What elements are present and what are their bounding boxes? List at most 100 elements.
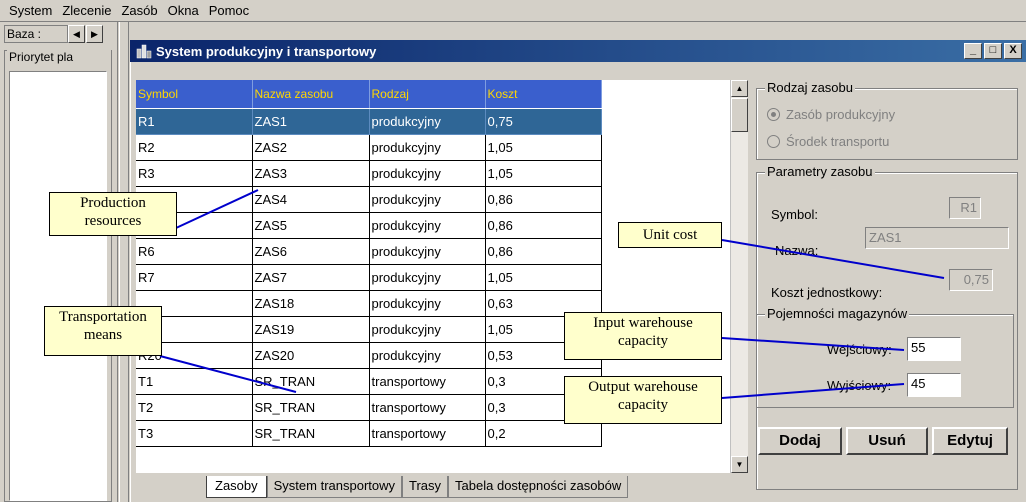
cell-nazwa[interactable]: ZAS7 <box>252 264 370 291</box>
cell-rodzaj[interactable]: produkcyjny <box>369 160 486 187</box>
cell-nazwa[interactable]: ZAS3 <box>252 160 370 187</box>
table-row[interactable]: T1 SR_TRAN transportowy 0,3 <box>136 368 602 395</box>
cell-nazwa[interactable]: SR_TRAN <box>252 368 370 395</box>
edytuj-button[interactable]: Edytuj <box>932 427 1008 455</box>
tab-zasoby[interactable]: Zasoby <box>206 476 267 498</box>
cell-koszt[interactable]: 0,86 <box>485 238 602 265</box>
cell-koszt[interactable]: 1,05 <box>485 264 602 291</box>
cell-nazwa[interactable]: SR_TRAN <box>252 394 370 421</box>
table-row[interactable]: R2 ZAS2 produkcyjny 1,05 <box>136 134 602 161</box>
cell-rodzaj[interactable]: produkcyjny <box>369 212 486 239</box>
table-row[interactable]: T3 SR_TRAN transportowy 0,2 <box>136 420 602 447</box>
tab-system-transportowy[interactable]: System transportowy <box>266 476 403 498</box>
col-header-rodzaj[interactable]: Rodzaj <box>369 80 486 109</box>
cell-koszt[interactable]: 1,05 <box>485 134 602 161</box>
menu-zasob[interactable]: Zasób <box>116 1 162 21</box>
cell-koszt[interactable]: 0,75 <box>485 108 602 135</box>
col-header-symbol[interactable]: Symbol <box>136 80 253 109</box>
cell-symbol[interactable]: R1 <box>136 108 253 135</box>
cell-nazwa[interactable]: ZAS2 <box>252 134 370 161</box>
cell-koszt[interactable]: 1,05 <box>485 160 602 187</box>
grid-scrollbar[interactable]: ▲ ▼ <box>730 80 748 473</box>
koszt-field[interactable]: 0,75 <box>949 269 993 291</box>
menu-pomoc[interactable]: Pomoc <box>204 1 254 21</box>
table-row[interactable]: ZAS5 produkcyjny 0,86 <box>136 212 602 239</box>
close-button[interactable]: X <box>1004 43 1022 59</box>
cell-nazwa[interactable]: SR_TRAN <box>252 420 370 447</box>
cell-nazwa[interactable]: ZAS20 <box>252 342 370 369</box>
tab-scroll-left-icon[interactable]: ◀ <box>68 25 85 43</box>
scroll-thumb[interactable] <box>731 98 748 132</box>
cell-symbol[interactable]: R2 <box>136 134 253 161</box>
cell-symbol[interactable]: T2 <box>136 394 253 421</box>
cell-symbol[interactable]: T3 <box>136 420 253 447</box>
col-header-nazwa[interactable]: Nazwa zasobu <box>252 80 370 109</box>
table-row[interactable]: T2 SR_TRAN transportowy 0,3 <box>136 394 602 421</box>
callout-unit-cost: Unit cost <box>618 222 722 248</box>
radio-unchecked-icon <box>767 135 780 148</box>
cell-nazwa[interactable]: ZAS4 <box>252 186 370 213</box>
cell-rodzaj[interactable]: produkcyjny <box>369 264 486 291</box>
cell-nazwa[interactable]: ZAS6 <box>252 238 370 265</box>
cell-rodzaj[interactable]: produkcyjny <box>369 108 486 135</box>
cell-rodzaj[interactable]: transportowy <box>369 394 486 421</box>
nazwa-field[interactable]: ZAS1 <box>865 227 1009 249</box>
scroll-down-icon[interactable]: ▼ <box>731 456 748 473</box>
radio-produkcyjny-label: Zasób produkcyjny <box>786 107 896 122</box>
cell-symbol[interactable]: R3 <box>136 160 253 187</box>
cell-rodzaj[interactable]: produkcyjny <box>369 316 486 343</box>
table-row[interactable]: R6 ZAS6 produkcyjny 0,86 <box>136 238 602 265</box>
table-row[interactable]: R20ZAS20produkcyjny0,53 <box>136 342 602 369</box>
cell-nazwa[interactable]: ZAS18 <box>252 290 370 317</box>
cell-rodzaj[interactable]: transportowy <box>369 420 486 447</box>
callout-input-capacity: Input warehouse capacity <box>564 312 722 360</box>
left-tab-baza[interactable]: Baza : <box>4 25 68 43</box>
callout-production-resources: Production resources <box>49 192 177 236</box>
priorytet-list[interactable] <box>9 71 107 501</box>
tab-scroll-right-icon[interactable]: ▶ <box>86 25 103 43</box>
cell-nazwa[interactable]: ZAS19 <box>252 316 370 343</box>
cell-symbol[interactable]: T1 <box>136 368 253 395</box>
panel-splitter[interactable] <box>119 22 129 502</box>
cell-nazwa[interactable]: ZAS1 <box>252 108 370 135</box>
table-row[interactable]: R3 ZAS3 produkcyjny 1,05 <box>136 160 602 187</box>
maximize-button[interactable]: □ <box>984 43 1002 59</box>
table-row[interactable]: ZAS4 produkcyjny 0,86 <box>136 186 602 213</box>
cell-rodzaj[interactable]: produkcyjny <box>369 238 486 265</box>
wyjsciowy-label: Wyjściowy: <box>827 378 892 393</box>
tab-trasy[interactable]: Trasy <box>402 476 449 498</box>
callout-output-capacity: Output warehouse capacity <box>564 376 722 424</box>
radio-srodek-transportu[interactable]: Środek transportu <box>767 134 889 149</box>
app-icon <box>136 44 152 59</box>
radio-zasob-produkcyjny[interactable]: Zasób produkcyjny <box>767 107 895 122</box>
menu-okna[interactable]: Okna <box>163 1 204 21</box>
cell-rodzaj[interactable]: produkcyjny <box>369 186 486 213</box>
menu-system[interactable]: System <box>4 1 57 21</box>
table-row[interactable]: R1 ZAS1 produkcyjny 0,75 <box>136 108 602 135</box>
cell-nazwa[interactable]: ZAS5 <box>252 212 370 239</box>
wyjsciowy-input[interactable]: 45 <box>907 373 961 397</box>
tab-tabela-dostepnosci[interactable]: Tabela dostępności zasobów <box>448 476 629 498</box>
cell-rodzaj[interactable]: transportowy <box>369 368 486 395</box>
minimize-button[interactable]: _ <box>964 43 982 59</box>
window-title: System produkcyjny i transportowy <box>156 43 377 59</box>
window-titlebar[interactable]: System produkcyjny i transportowy _ □ X <box>130 40 1026 62</box>
symbol-field[interactable]: R1 <box>949 197 981 219</box>
cell-rodzaj[interactable]: produkcyjny <box>369 290 486 317</box>
cell-symbol[interactable]: R6 <box>136 238 253 265</box>
cell-symbol[interactable]: R7 <box>136 264 253 291</box>
table-row[interactable]: ZAS19 produkcyjny 1,05 <box>136 316 602 343</box>
col-header-koszt[interactable]: Koszt <box>485 80 602 109</box>
cell-rodzaj[interactable]: produkcyjny <box>369 342 486 369</box>
cell-koszt[interactable]: 0,86 <box>485 212 602 239</box>
cell-koszt[interactable]: 0,86 <box>485 186 602 213</box>
wejsciowy-input[interactable]: 55 <box>907 337 961 361</box>
menu-zlecenie[interactable]: Zlecenie <box>57 1 116 21</box>
table-row[interactable]: ZAS18 produkcyjny 0,63 <box>136 290 602 317</box>
usun-button[interactable]: Usuń <box>846 427 928 455</box>
dodaj-button[interactable]: Dodaj <box>758 427 842 455</box>
scroll-up-icon[interactable]: ▲ <box>731 80 748 97</box>
table-row[interactable]: R7 ZAS7 produkcyjny 1,05 <box>136 264 602 291</box>
cell-rodzaj[interactable]: produkcyjny <box>369 134 486 161</box>
radio-checked-icon <box>767 108 780 121</box>
